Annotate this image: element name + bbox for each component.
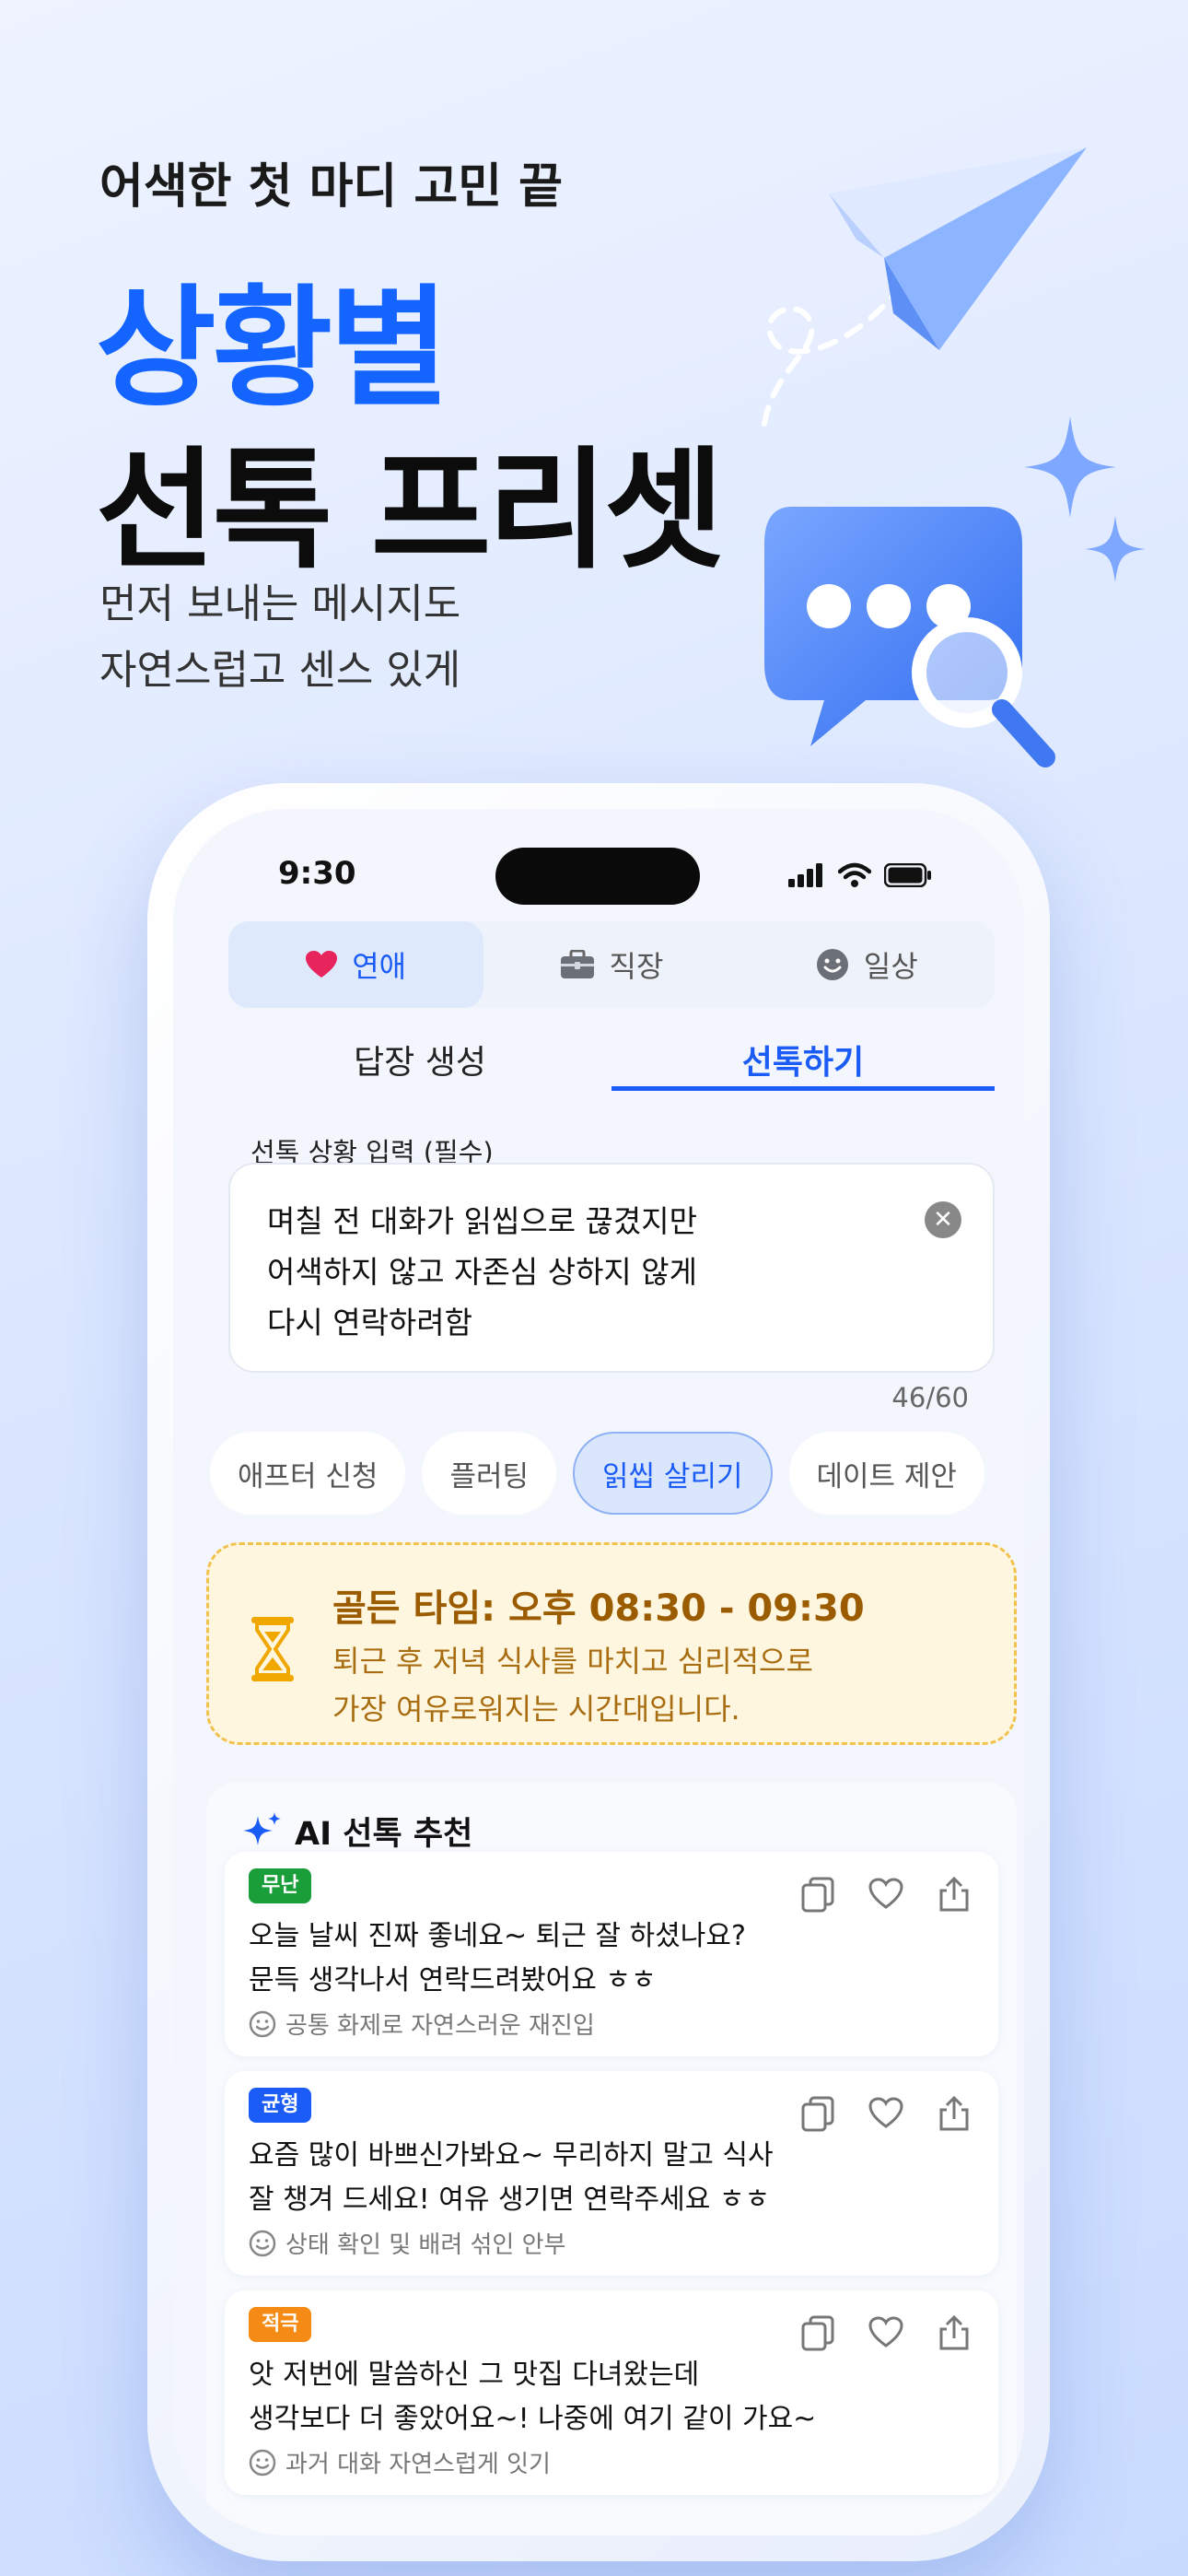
heart-outline-icon[interactable] bbox=[868, 1876, 904, 1913]
input-text-line: 며칠 전 대화가 읽씹으로 끊겼지만 bbox=[267, 1203, 697, 1239]
tab-romance[interactable]: 연애 bbox=[228, 921, 484, 1008]
status-time: 9:30 bbox=[278, 855, 356, 892]
dynamic-island bbox=[495, 848, 700, 905]
message-line: 문득 생각나서 연락드려봤어요 ㅎㅎ bbox=[249, 1964, 657, 1996]
ai-recommendation-panel: AI 선톡 추천 무난 오늘 날씨 진짜 좋네요~ 퇴근 잘 하셨나요? 문득 … bbox=[206, 1782, 1017, 2535]
briefcase-icon bbox=[560, 950, 594, 978]
tone-badge: 적극 bbox=[249, 2307, 312, 2342]
message-line: 생각보다 더 좋았어요~! 나중에 여기 같이 가요~ bbox=[249, 2403, 817, 2435]
status-icons bbox=[788, 862, 932, 888]
smile-icon bbox=[816, 949, 848, 980]
recommendation-card[interactable]: 무난 오늘 날씨 진짜 좋네요~ 퇴근 잘 하셨나요? 문득 생각나서 연락드려… bbox=[225, 1852, 998, 2056]
chip-revive-read[interactable]: 읽씹 살리기 bbox=[573, 1432, 773, 1515]
clear-input-button[interactable]: ✕ bbox=[925, 1201, 961, 1238]
smile-outline-icon bbox=[249, 2449, 276, 2476]
share-icon[interactable] bbox=[936, 2314, 973, 2351]
chat-bubble-search-icon bbox=[764, 507, 1055, 767]
ai-section-title: AI 선톡 추천 bbox=[243, 1808, 472, 1855]
message-text: 요즘 많이 바쁘신가봐요~ 무리하지 말고 식사 잘 챙겨 드세요! 여유 생기… bbox=[249, 2134, 774, 2222]
message-line: 요즘 많이 바쁘신가봐요~ 무리하지 말고 식사 bbox=[249, 2139, 774, 2172]
paper-plane-icon bbox=[762, 147, 1087, 427]
heart-outline-icon[interactable] bbox=[868, 2314, 904, 2351]
hint-text: 과거 대화 자연스럽게 잇기 bbox=[285, 2451, 551, 2478]
tab-work[interactable]: 직장 bbox=[483, 921, 739, 1008]
share-icon[interactable] bbox=[936, 1876, 973, 1913]
hero-title: 선톡 프리셋 bbox=[96, 435, 725, 587]
golden-time-description: 퇴근 후 저녁 식사를 마치고 심리적으로 가장 여유로워지는 시간대입니다. bbox=[332, 1637, 813, 1733]
ai-title-text: AI 선톡 추천 bbox=[295, 1816, 473, 1853]
tone-badge: 무난 bbox=[249, 1868, 312, 1903]
golden-desc-line: 가장 여유로워지는 시간대입니다. bbox=[332, 1692, 740, 1727]
hint-text: 공통 화제로 자연스러운 재진입 bbox=[285, 2012, 595, 2040]
battery-icon bbox=[884, 863, 931, 887]
hourglass-icon bbox=[251, 1617, 294, 1681]
phone-frame: 9:30 연애 직장 일상 답장 생성 선톡하기 선톡 상황 입력 (필수) 며… bbox=[147, 783, 1050, 2561]
card-actions bbox=[799, 2314, 973, 2351]
recommendation-card[interactable]: 균형 요즘 많이 바쁘신가봐요~ 무리하지 말고 식사 잘 챙겨 드세요! 여유… bbox=[225, 2071, 998, 2276]
sparkle-icon bbox=[1085, 516, 1146, 582]
tab-label: 직장 bbox=[609, 949, 664, 984]
message-line: 잘 챙겨 드세요! 여유 생기면 연락주세요 ㅎㅎ bbox=[249, 2184, 771, 2216]
golden-time-card: 골든 타임: 오후 08:30 - 09:30 퇴근 후 저녁 식사를 마치고 … bbox=[206, 1542, 1017, 1745]
smile-outline-icon bbox=[249, 2010, 276, 2037]
recommendation-card[interactable]: 적극 앗 저번에 말씀하신 그 맛집 다녀왔는데 생각보다 더 좋았어요~! 나… bbox=[225, 2290, 998, 2495]
chip-date-proposal[interactable]: 데이트 제안 bbox=[788, 1432, 984, 1515]
tab-label: 일상 bbox=[863, 949, 918, 984]
situation-input[interactable]: 며칠 전 대화가 읽씹으로 끊겼지만 어색하지 않고 자존심 상하지 않게 다시… bbox=[228, 1163, 995, 1373]
chip-flirting[interactable]: 플러팅 bbox=[422, 1432, 557, 1515]
hero-desc-line: 자연스럽고 센스 있게 bbox=[99, 647, 461, 694]
category-tabs: 연애 직장 일상 bbox=[228, 921, 995, 1008]
hero-subtitle: 어색한 첫 마디 고민 끝 bbox=[99, 159, 563, 215]
ai-sparkle-icon bbox=[243, 1811, 281, 1845]
copy-icon[interactable] bbox=[799, 1876, 836, 1913]
signal-icon bbox=[788, 863, 822, 887]
hero-description: 먼저 보내는 메시지도 자연스럽고 센스 있게 bbox=[99, 571, 460, 704]
message-line: 오늘 날씨 진짜 좋네요~ 퇴근 잘 하셨나요? bbox=[249, 1920, 746, 1952]
card-actions bbox=[799, 2095, 973, 2132]
tab-daily[interactable]: 일상 bbox=[740, 921, 995, 1008]
message-text: 앗 저번에 말씀하신 그 맛집 다녀왔는데 생각보다 더 좋았어요~! 나중에 … bbox=[249, 2353, 816, 2441]
tab-reply-generate[interactable]: 답장 생성 bbox=[228, 1034, 611, 1091]
heart-outline-icon[interactable] bbox=[868, 2095, 904, 2132]
sparkle-icon bbox=[1024, 416, 1116, 518]
message-hint: 상태 확인 및 배려 섞인 안부 bbox=[249, 2226, 565, 2260]
smile-outline-icon bbox=[249, 2230, 276, 2256]
tab-first-message[interactable]: 선톡하기 bbox=[611, 1034, 995, 1091]
hero-desc-line: 먼저 보내는 메시지도 bbox=[99, 580, 461, 627]
share-icon[interactable] bbox=[936, 2095, 973, 2132]
message-text: 오늘 날씨 진짜 좋네요~ 퇴근 잘 하셨나요? 문득 생각나서 연락드려봤어요… bbox=[249, 1914, 746, 2003]
character-count: 46/60 bbox=[891, 1382, 969, 1413]
golden-desc-line: 퇴근 후 저녁 식사를 마치고 심리적으로 bbox=[332, 1644, 813, 1679]
message-hint: 공통 화제로 자연스러운 재진입 bbox=[249, 2007, 595, 2041]
wifi-icon bbox=[838, 862, 871, 887]
hint-text: 상태 확인 및 배려 섞인 안부 bbox=[285, 2231, 566, 2259]
tone-badge: 균형 bbox=[249, 2088, 312, 2123]
message-line: 앗 저번에 말씀하신 그 맛집 다녀왔는데 bbox=[249, 2359, 700, 2391]
message-hint: 과거 대화 자연스럽게 잇기 bbox=[249, 2445, 551, 2479]
tab-label: 연애 bbox=[352, 949, 407, 984]
copy-icon[interactable] bbox=[799, 2314, 836, 2351]
phone-screen: 9:30 연애 직장 일상 답장 생성 선톡하기 선톡 상황 입력 (필수) 며… bbox=[173, 809, 1024, 2535]
copy-icon[interactable] bbox=[799, 2095, 836, 2132]
heart-icon bbox=[306, 951, 338, 978]
input-text-line: 다시 연락하려함 bbox=[267, 1305, 473, 1341]
preset-chips: 애프터 신청 플러팅 읽씹 살리기 데이트 제안 bbox=[210, 1432, 1020, 1515]
chip-after-request[interactable]: 애프터 신청 bbox=[210, 1432, 406, 1515]
golden-time-title: 골든 타임: 오후 08:30 - 09:30 bbox=[332, 1587, 865, 1630]
input-text-line: 어색하지 않고 자존심 상하지 않게 bbox=[267, 1254, 697, 1290]
mode-tabs: 답장 생성 선톡하기 bbox=[228, 1034, 995, 1091]
card-actions bbox=[799, 1876, 973, 1913]
